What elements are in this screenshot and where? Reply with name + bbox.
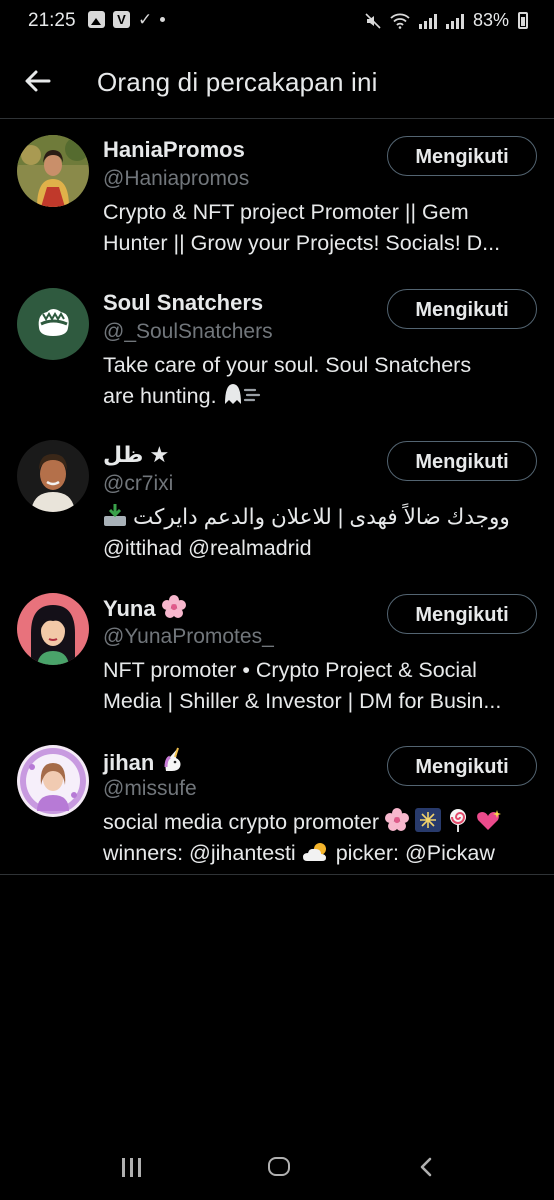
- system-back-icon[interactable]: [416, 1156, 438, 1178]
- notification-icons: V ✓: [88, 10, 166, 29]
- lollipop-emoji-icon: [449, 809, 466, 833]
- back-arrow-icon[interactable]: [22, 65, 54, 97]
- avatar[interactable]: [17, 135, 89, 207]
- battery-icon: [518, 12, 528, 29]
- cloud-sun-emoji-icon: [302, 843, 326, 862]
- download-done-icon: ✓: [138, 10, 153, 29]
- avatar[interactable]: [17, 592, 89, 665]
- more-notifications-dot-icon: [160, 17, 166, 22]
- status-time: 21:25: [28, 10, 76, 31]
- system-navigation-bar: [0, 1130, 554, 1200]
- user-name[interactable]: Soul Snatchers: [103, 290, 263, 316]
- bio-line: @ittihad @realmadrid: [103, 536, 312, 561]
- following-button[interactable]: Mengikuti: [387, 593, 537, 634]
- user-bio: Crypto & NFT project Promoter || Gem Hun…: [103, 197, 538, 259]
- battery-percent: 83%: [472, 10, 509, 30]
- following-button[interactable]: Mengikuti: [387, 288, 537, 329]
- bio-line: Take care of your soul. Soul Snatchers: [103, 352, 472, 377]
- user-list: HaniaPromos @Haniapromos Mengikuti Crypt…: [0, 119, 554, 876]
- ghost-wind-emoji-icon: [224, 383, 260, 404]
- user-row-cr7ixi[interactable]: ظل ★ @cr7ixi Mengikuti ووجدك ضالاً فهدى …: [0, 424, 554, 577]
- user-name[interactable]: Yuna: [103, 594, 186, 622]
- user-row-yuna[interactable]: Yuna @YunaPromotes_ Mengikuti NFT promot…: [0, 577, 554, 730]
- bio-line: Crypto & NFT project Promoter || Gem: [103, 200, 469, 224]
- following-button[interactable]: Mengikuti: [387, 136, 537, 176]
- v-app-icon: V: [113, 11, 130, 28]
- signal-2-icon: [445, 13, 464, 29]
- bio-line: Media | Shiller & Investor | DM for Busi…: [103, 688, 502, 713]
- user-bio: social media crypto promoter winners: @j…: [103, 807, 538, 869]
- bio-line: social media crypto promoter: [103, 807, 538, 838]
- top-app-bar: Orang di percakapan ini: [0, 44, 554, 119]
- user-row-jihan[interactable]: jihan @missufe Mengikuti social media cr…: [0, 729, 554, 874]
- bio-text: picker: @Pickaw: [335, 841, 495, 866]
- avatar[interactable]: [17, 440, 89, 513]
- page-title: Orang di percakapan ini: [97, 67, 378, 97]
- user-bio: NFT promoter • Crypto Project & Social M…: [103, 655, 538, 717]
- user-name[interactable]: jihan: [103, 747, 186, 776]
- fireworks-emoji-icon: [415, 808, 441, 833]
- user-bio: Take care of your soul. Soul Snatchers a…: [103, 350, 538, 412]
- cherry-blossom-emoji-icon: [385, 808, 410, 832]
- bio-line: ووجدك ضالاً فهدى | للاعلان والدعم دايركت: [103, 502, 538, 533]
- user-name[interactable]: ظل ★: [103, 442, 169, 468]
- bio-line-2: are hunting.: [103, 381, 538, 412]
- signal-icon: [418, 13, 437, 29]
- gallery-icon: [88, 11, 105, 28]
- user-handle: @Haniapromos: [103, 167, 250, 190]
- user-handle: @YunaPromotes_: [103, 624, 274, 648]
- mute-icon: [365, 12, 381, 29]
- system-icons: 83%: [365, 10, 528, 31]
- bio-text: social media crypto promoter: [103, 810, 380, 835]
- bio-text: ووجدك ضالاً فهدى | للاعلان والدعم دايركت: [132, 505, 510, 530]
- cherry-blossom-emoji-icon: [161, 594, 186, 618]
- user-handle: @_SoulSnatchers: [103, 319, 273, 343]
- unicorn-emoji-icon: [164, 748, 181, 772]
- user-row-haniapromos[interactable]: HaniaPromos @Haniapromos Mengikuti Crypt…: [0, 119, 554, 272]
- bio-line: NFT promoter • Crypto Project & Social: [103, 657, 477, 682]
- bio-line: Hunter || Grow your Projects! Socials! D…: [103, 231, 501, 255]
- sparkling-heart-emoji-icon: [477, 810, 501, 831]
- avatar[interactable]: [17, 745, 89, 818]
- bio-text: winners: @jihantesti: [103, 841, 296, 866]
- following-button[interactable]: Mengikuti: [387, 746, 537, 787]
- bio-line: winners: @jihantesti picker: @Pickaw: [103, 838, 538, 869]
- home-icon[interactable]: [268, 1157, 290, 1176]
- status-bar: 21:25 V ✓ 83%: [0, 0, 554, 44]
- user-name[interactable]: HaniaPromos: [103, 137, 245, 163]
- user-name-text: jihan: [103, 750, 155, 776]
- wifi-icon: [390, 13, 410, 29]
- following-button[interactable]: Mengikuti: [387, 441, 537, 482]
- bio-text: are hunting.: [103, 383, 217, 408]
- avatar[interactable]: [17, 287, 89, 360]
- recent-apps-icon[interactable]: [122, 1158, 141, 1177]
- user-row-soulsnatchers[interactable]: Soul Snatchers @_SoulSnatchers Mengikuti…: [0, 272, 554, 425]
- user-handle: @cr7ixi: [103, 472, 174, 496]
- inbox-tray-emoji-icon: [104, 504, 126, 527]
- user-bio: ووجدك ضالاً فهدى | للاعلان والدعم دايركت…: [103, 502, 538, 564]
- user-name-text: Yuna: [103, 595, 156, 621]
- user-handle: @missufe: [103, 777, 197, 801]
